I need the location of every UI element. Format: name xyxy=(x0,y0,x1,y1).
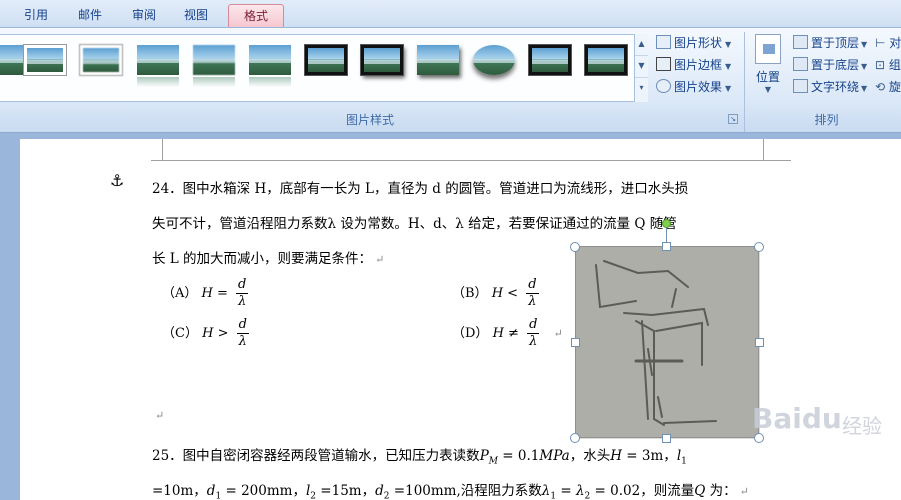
picture-style-white-frame[interactable] xyxy=(24,45,66,75)
picture-style-black-frame-thick[interactable] xyxy=(304,44,348,76)
option-b: （B） H < dλ xyxy=(452,277,539,309)
watermark-text: 经验 xyxy=(842,414,882,438)
chevron-down-icon: ▼ xyxy=(861,62,868,71)
document-area: ⚓ 24．图中水箱深 H，底部有一长为 L，直径为 d 的圆管。管道进口为流线形… xyxy=(0,133,901,500)
picture-style-gallery xyxy=(0,34,648,102)
chevron-down-icon: ▼ xyxy=(861,84,868,93)
tab-review[interactable]: 审阅 xyxy=(122,4,166,27)
chevron-down-icon: ▼ xyxy=(725,84,732,93)
picture-style-plain[interactable] xyxy=(0,45,24,75)
ribbon-tab-bar: 引用 邮件 审阅 视图 格式 xyxy=(0,0,901,27)
picture-styles-group-label: 图片样式 xyxy=(345,113,394,127)
q25-line-2: =10m，d1 = 200mm，l2 =15m，d2 =100mm,沿程阻力系数… xyxy=(152,483,749,500)
q24-line-3: 长 L 的加大而减小，则要满足条件： ↵ xyxy=(152,251,385,267)
group-separator xyxy=(744,32,745,132)
text-wrap-button[interactable]: 文字环绕 ▼ xyxy=(793,78,867,98)
resize-handle-w[interactable] xyxy=(571,338,580,347)
anchor-icon: ⚓ xyxy=(110,171,125,190)
send-to-back-icon xyxy=(793,57,808,71)
gallery-more-icon[interactable]: ▾ xyxy=(635,78,648,100)
rotate-button[interactable]: ⟲ 旋 xyxy=(875,78,901,98)
margin-corner xyxy=(151,139,163,161)
picture-shape-icon xyxy=(656,35,671,49)
resize-handle-s[interactable] xyxy=(662,434,671,443)
position-icon xyxy=(755,34,781,64)
picture-style-shadow[interactable] xyxy=(417,45,459,75)
text-wrap-icon xyxy=(793,79,808,93)
bring-to-front-button[interactable]: 置于顶层 ▼ xyxy=(793,34,867,54)
picture-style-oval[interactable] xyxy=(473,45,515,75)
gallery-scroll-up-icon[interactable]: ▲ xyxy=(635,34,648,56)
picture-border-button[interactable]: 图片边框 ▼ xyxy=(656,56,731,76)
rotate-handle[interactable] xyxy=(662,219,671,228)
picture-border-icon xyxy=(656,57,671,71)
fraction: dλ xyxy=(236,277,249,309)
bring-to-front-icon xyxy=(793,35,808,49)
send-to-back-button[interactable]: 置于底层 ▼ xyxy=(793,56,867,76)
fraction: dλ xyxy=(527,317,540,349)
document-page[interactable]: ⚓ 24．图中水箱深 H，底部有一长为 L，直径为 d 的圆管。管道进口为流线形… xyxy=(20,139,901,500)
picture-style-black-frame[interactable] xyxy=(528,44,572,76)
resize-handle-nw[interactable] xyxy=(570,242,580,252)
paragraph-mark: ↵ xyxy=(375,253,385,266)
gallery-scroll: ▲ ▼ ▾ xyxy=(634,34,648,102)
position-button[interactable]: 位置 ▼ xyxy=(752,34,784,104)
tab-mailings[interactable]: 邮件 xyxy=(68,4,112,27)
picture-shape-button[interactable]: 图片形状 ▼ xyxy=(656,34,731,54)
chevron-down-icon: ▼ xyxy=(725,40,732,49)
picture-style-soft-edge[interactable] xyxy=(80,45,122,75)
rotate-handle-stem xyxy=(666,228,667,243)
picture-effects-icon xyxy=(656,79,671,93)
gallery-scroll-down-icon[interactable]: ▼ xyxy=(635,56,648,78)
margin-corner xyxy=(763,139,791,161)
group-button[interactable]: ⊡ 组 xyxy=(875,56,901,76)
q25-line-1: 25．图中自密闭容器经两段管道输水，已知压力表读数PM = 0.1MPa，水头H… xyxy=(152,448,687,467)
picture-style-reflected[interactable] xyxy=(137,45,179,87)
picture-effects-button[interactable]: 图片效果 ▼ xyxy=(656,78,731,98)
picture-style-reflected-soft[interactable] xyxy=(193,45,235,87)
watermark-logo: Baidu xyxy=(752,402,842,435)
fraction: dλ xyxy=(526,277,539,309)
resize-handle-ne[interactable] xyxy=(754,242,764,252)
margin-line xyxy=(151,160,771,161)
resize-handle-sw[interactable] xyxy=(570,433,580,443)
chevron-down-icon: ▼ xyxy=(725,62,732,71)
fraction: dλ xyxy=(236,317,249,349)
empty-paragraph: ↵ xyxy=(152,407,164,423)
picture-style-soft-shadow[interactable] xyxy=(249,45,291,87)
picture-style-black-frame-shadow[interactable] xyxy=(360,44,404,76)
arrange-group-label: 排列 xyxy=(814,113,839,127)
chevron-down-icon: ▼ xyxy=(861,40,868,49)
q24-line-1: 24．图中水箱深 H，底部有一长为 L，直径为 d 的圆管。管道进口为流线形，进… xyxy=(152,181,689,197)
resize-handle-e[interactable] xyxy=(755,338,764,347)
resize-handle-n[interactable] xyxy=(662,242,671,251)
tab-references[interactable]: 引用 xyxy=(14,4,58,27)
tab-view[interactable]: 视图 xyxy=(174,4,218,27)
ribbon: ▲ ▼ ▾ 图片形状 ▼ 图片边框 ▼ 图片效果 ▼ 图片样式 ↘ 位置 ▼ 置于顶层… xyxy=(0,27,901,133)
chevron-down-icon: ▼ xyxy=(764,85,772,94)
tab-format[interactable]: 格式 xyxy=(228,4,284,27)
selected-picture[interactable] xyxy=(575,246,760,439)
option-c: （C） H > dλ xyxy=(162,317,249,349)
option-d: （D） H ≠ dλ ↵ xyxy=(452,317,563,349)
option-a: （A） H = dλ xyxy=(162,277,249,309)
q24-line-2: 失可不计，管道沿程阻力系数λ 设为常数。H、d、λ 给定，若要保证通过的流量 Q… xyxy=(152,216,677,232)
pipe-diagram-image xyxy=(576,247,760,439)
paragraph-mark: ↵ xyxy=(739,485,749,498)
paragraph-mark: ↵ xyxy=(155,409,165,422)
align-button[interactable]: ⊢ 对 xyxy=(875,34,901,54)
picture-style-black-frame-thin[interactable] xyxy=(584,44,628,76)
dialog-launcher-icon[interactable]: ↘ xyxy=(728,114,738,124)
paragraph-mark: ↵ xyxy=(553,327,563,340)
